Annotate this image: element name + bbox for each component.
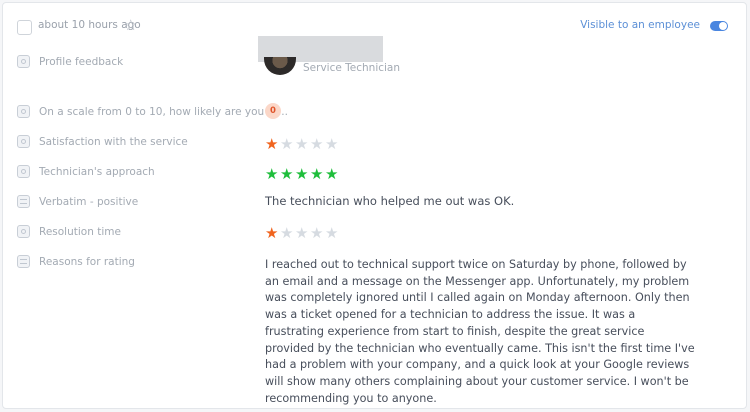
satisfaction-stars: ★ ★ ★ ★ ★	[265, 136, 340, 152]
field-label-text: On a scale from 0 to 10, how likely are …	[39, 105, 288, 118]
star-icon: ★	[310, 224, 323, 242]
rating-icon	[17, 165, 30, 178]
verbatim-positive-value: The technician who helped me out was OK.	[265, 194, 515, 208]
star-icon: ★	[295, 224, 308, 242]
field-label-verbatim: Verbatim - positive	[17, 195, 138, 208]
field-label-text: Technician's approach	[39, 165, 155, 178]
star-icon: ★	[325, 135, 338, 153]
visibility-toggle[interactable]	[710, 21, 728, 31]
text-icon	[17, 255, 30, 268]
star-icon: ★	[295, 135, 308, 153]
visibility-label: Visible to an employee	[580, 19, 700, 31]
select-checkbox[interactable]	[17, 20, 32, 35]
field-label-text: Resolution time	[39, 225, 121, 238]
rating-icon	[17, 225, 30, 238]
nps-score-badge: 0	[265, 103, 281, 119]
field-label-approach: Technician's approach	[17, 165, 155, 178]
star-icon: ★	[265, 135, 278, 153]
star-icon: ★	[310, 165, 323, 183]
avatar	[264, 57, 296, 75]
favorite-star-icon[interactable]: ☆	[124, 16, 137, 34]
field-label-nps: On a scale from 0 to 10, how likely are …	[17, 105, 288, 118]
approach-stars: ★ ★ ★ ★ ★	[265, 166, 340, 182]
star-icon: ★	[325, 165, 338, 183]
star-icon: ★	[265, 165, 278, 183]
resolution-stars: ★ ★ ★ ★ ★	[265, 225, 340, 241]
field-label-text: Reasons for rating	[39, 255, 135, 268]
text-icon	[17, 195, 30, 208]
star-icon: ★	[280, 165, 293, 183]
star-icon: ★	[265, 224, 278, 242]
toggle-knob	[719, 22, 727, 30]
star-icon: ★	[310, 135, 323, 153]
field-label-text: Verbatim - positive	[39, 195, 139, 208]
reasons-value: I reached out to technical support twice…	[265, 258, 695, 405]
field-label-satisfaction: Satisfaction with the service	[17, 135, 188, 148]
field-label-resolution: Resolution time	[17, 225, 121, 238]
star-icon: ★	[325, 224, 338, 242]
scale-icon	[17, 105, 30, 118]
field-label-text: Satisfaction with the service	[39, 135, 188, 148]
technician-role: Service Technician	[303, 62, 401, 74]
feedback-card: about 10 hours ago ☆ Visible to an emplo…	[2, 2, 747, 409]
field-label-reasons: Reasons for rating	[17, 255, 135, 268]
field-label-profile-feedback: Profile feedback	[17, 55, 123, 68]
star-icon: ★	[280, 135, 293, 153]
rating-icon	[17, 135, 30, 148]
person-icon	[17, 55, 30, 68]
star-icon: ★	[295, 165, 308, 183]
star-icon: ★	[280, 224, 293, 242]
field-label-text: Profile feedback	[39, 55, 124, 68]
